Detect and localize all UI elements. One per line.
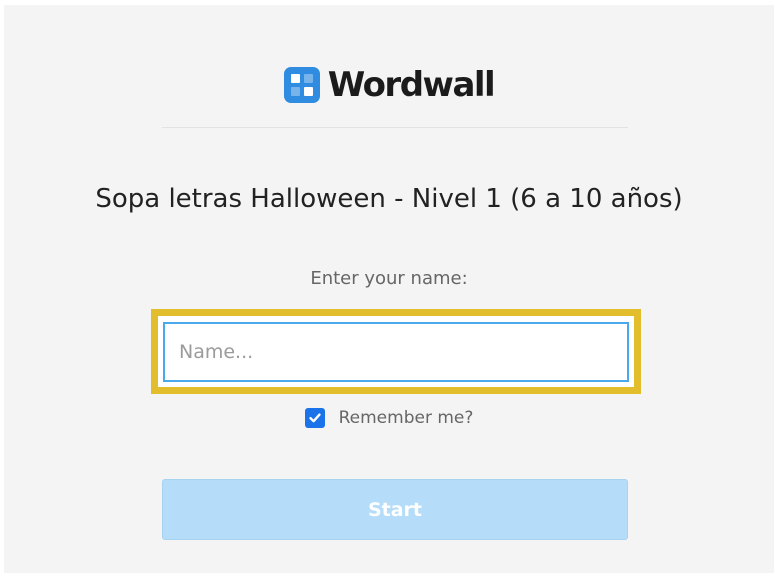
wordwall-grid-icon	[283, 67, 320, 103]
brand-name: Wordwall	[327, 65, 496, 105]
remember-me-label[interactable]: Remember me?	[339, 406, 474, 430]
name-input[interactable]	[163, 322, 629, 382]
activity-title: Sopa letras Halloween - Nivel 1 (6 a 10 …	[95, 184, 683, 214]
remember-me-row[interactable]: Remember me?	[4, 405, 774, 431]
start-button[interactable]: Start	[162, 479, 628, 540]
wordwall-logo: Wordwall	[4, 65, 774, 105]
name-prompt: Enter your name:	[310, 268, 468, 289]
login-panel: Wordwall Sopa letras Halloween - Nivel 1…	[4, 5, 774, 573]
header-divider	[162, 127, 628, 128]
checkmark-icon	[308, 413, 321, 423]
remember-me-checkbox[interactable]	[304, 408, 325, 428]
